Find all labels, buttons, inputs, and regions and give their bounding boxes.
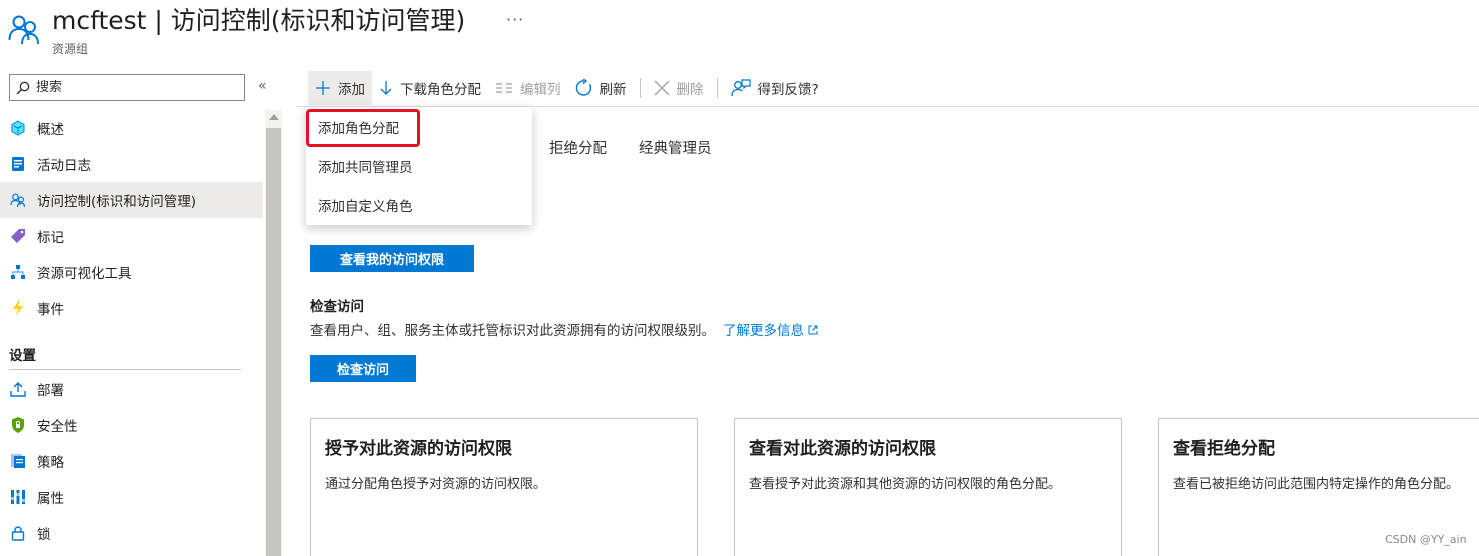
sidebar-item-label: 标记	[37, 230, 64, 246]
hierarchy-icon	[9, 264, 26, 281]
people-icon	[9, 192, 26, 209]
edit-columns-button[interactable]: 编辑列	[488, 71, 568, 105]
sidebar-nav: 概述 活动日志 访问控制(标识和访问管理) 标记 资源可视化工具 事件	[0, 110, 263, 326]
card-title: 查看拒绝分配	[1173, 439, 1275, 459]
sidebar-item-security[interactable]: 安全性	[0, 407, 263, 443]
sidebar-item-access-control[interactable]: 访问控制(标识和访问管理)	[0, 182, 263, 218]
shield-icon	[9, 417, 26, 434]
sidebar-item-events[interactable]: 事件	[0, 290, 263, 326]
sidebar-item-label: 安全性	[37, 419, 78, 435]
highlight-box	[306, 109, 420, 147]
refresh-button[interactable]: 刷新	[568, 71, 634, 105]
sidebar-item-label: 访问控制(标识和访问管理)	[37, 194, 197, 210]
toolbar-separator	[639, 78, 641, 98]
download-role-assignments-button[interactable]: 下载角色分配	[372, 71, 488, 105]
check-access-button[interactable]: 检查访问	[310, 355, 416, 382]
lock-icon	[9, 525, 26, 542]
check-access-title: 检查访问	[310, 299, 364, 315]
scroll-thumb[interactable]	[266, 128, 281, 556]
scroll-up-arrow[interactable]	[269, 114, 279, 120]
columns-icon	[496, 83, 512, 93]
sidebar-item-label: 属性	[37, 491, 64, 507]
feedback-button[interactable]: 得到反馈?	[724, 71, 826, 105]
sidebar-item-policies[interactable]: 策略	[0, 443, 263, 479]
sidebar-item-label: 锁	[37, 527, 51, 543]
sidebar-item-tags[interactable]: 标记	[0, 218, 263, 254]
sidebar-item-properties[interactable]: 属性	[0, 479, 263, 515]
more-options-button[interactable]: ···	[506, 10, 524, 29]
feedback-icon	[730, 79, 751, 97]
sidebar-item-deployments[interactable]: 部署	[0, 371, 263, 407]
sidebar-item-label: 资源可视化工具	[37, 266, 132, 282]
tab-classic-administrators[interactable]: 经典管理员	[639, 137, 712, 158]
view-my-access-button[interactable]: 查看我的访问权限	[310, 245, 474, 272]
learn-more-link[interactable]: 了解更多信息	[723, 323, 818, 339]
lightning-icon	[9, 300, 26, 317]
sidebar-item-label: 事件	[37, 302, 64, 318]
menu-item-add-custom-role[interactable]: 添加自定义角色	[306, 185, 532, 224]
tab-deny-assignments[interactable]: 拒绝分配	[549, 137, 607, 158]
card-view-access[interactable]: 查看对此资源的访问权限 查看授予对此资源和其他资源的访问权限的角色分配。	[734, 418, 1122, 556]
collapse-sidebar-button[interactable]: «	[258, 78, 267, 94]
command-bar: 添加 下载角色分配 编辑列 刷新 删除 得到反馈?	[308, 70, 826, 106]
plus-icon	[316, 81, 330, 95]
card-grant-access[interactable]: 授予对此资源的访问权限 通过分配角色授予对资源的访问权限。	[310, 418, 698, 556]
download-icon	[380, 81, 392, 95]
card-title: 查看对此资源的访问权限	[749, 439, 936, 459]
card-description: 查看已被拒绝访问此范围内特定操作的角色分配。	[1173, 477, 1460, 492]
page-subtitle: 资源组	[52, 42, 89, 56]
sidebar-item-label: 策略	[37, 455, 64, 471]
search-icon	[16, 81, 30, 95]
sidebar-search-input[interactable]	[36, 80, 226, 95]
sidebar-item-activity-log[interactable]: 活动日志	[0, 146, 263, 182]
activity-log-icon	[9, 156, 26, 173]
card-description: 通过分配角色授予对资源的访问权限。	[325, 477, 547, 492]
overview-icon	[9, 120, 26, 137]
external-link-icon	[808, 325, 818, 335]
sidebar-item-resource-visualizer[interactable]: 资源可视化工具	[0, 254, 263, 290]
toolbar-separator	[716, 78, 718, 98]
add-button[interactable]: 添加	[308, 71, 372, 105]
watermark: CSDN @YY_ain	[1385, 533, 1467, 546]
properties-icon	[9, 489, 26, 506]
upload-icon	[9, 381, 26, 398]
check-access-description: 查看用户、组、服务主体或托管标识对此资源拥有的访问权限级别。 了解更多信息	[310, 319, 818, 339]
sidebar-search[interactable]	[9, 74, 245, 101]
sidebar-item-label: 活动日志	[37, 158, 91, 174]
card-description: 查看授予对此资源和其他资源的访问权限的角色分配。	[749, 477, 1062, 492]
people-icon	[8, 15, 39, 45]
sidebar-item-locks[interactable]: 锁	[0, 515, 263, 551]
sidebar-item-label: 部署	[37, 383, 64, 399]
sidebar-section-settings: 设置	[9, 348, 36, 364]
add-dropdown-menu: 添加角色分配 添加共同管理员 添加自定义角色	[306, 107, 532, 225]
close-icon	[654, 80, 669, 96]
delete-button[interactable]: 删除	[647, 71, 711, 105]
sidebar-divider	[9, 369, 241, 370]
tag-icon	[9, 228, 26, 245]
refresh-icon	[575, 79, 591, 96]
card-title: 授予对此资源的访问权限	[325, 439, 512, 459]
policy-icon	[9, 453, 26, 470]
sidebar-item-overview[interactable]: 概述	[0, 110, 263, 146]
menu-item-add-co-administrator[interactable]: 添加共同管理员	[306, 146, 532, 185]
sidebar-scrollbar[interactable]	[265, 110, 282, 556]
sidebar-settings-nav: 部署 安全性 策略 属性 锁	[0, 371, 263, 551]
page-title: mcftest | 访问控制(标识和访问管理)	[52, 6, 466, 35]
sidebar-item-label: 概述	[37, 122, 64, 138]
